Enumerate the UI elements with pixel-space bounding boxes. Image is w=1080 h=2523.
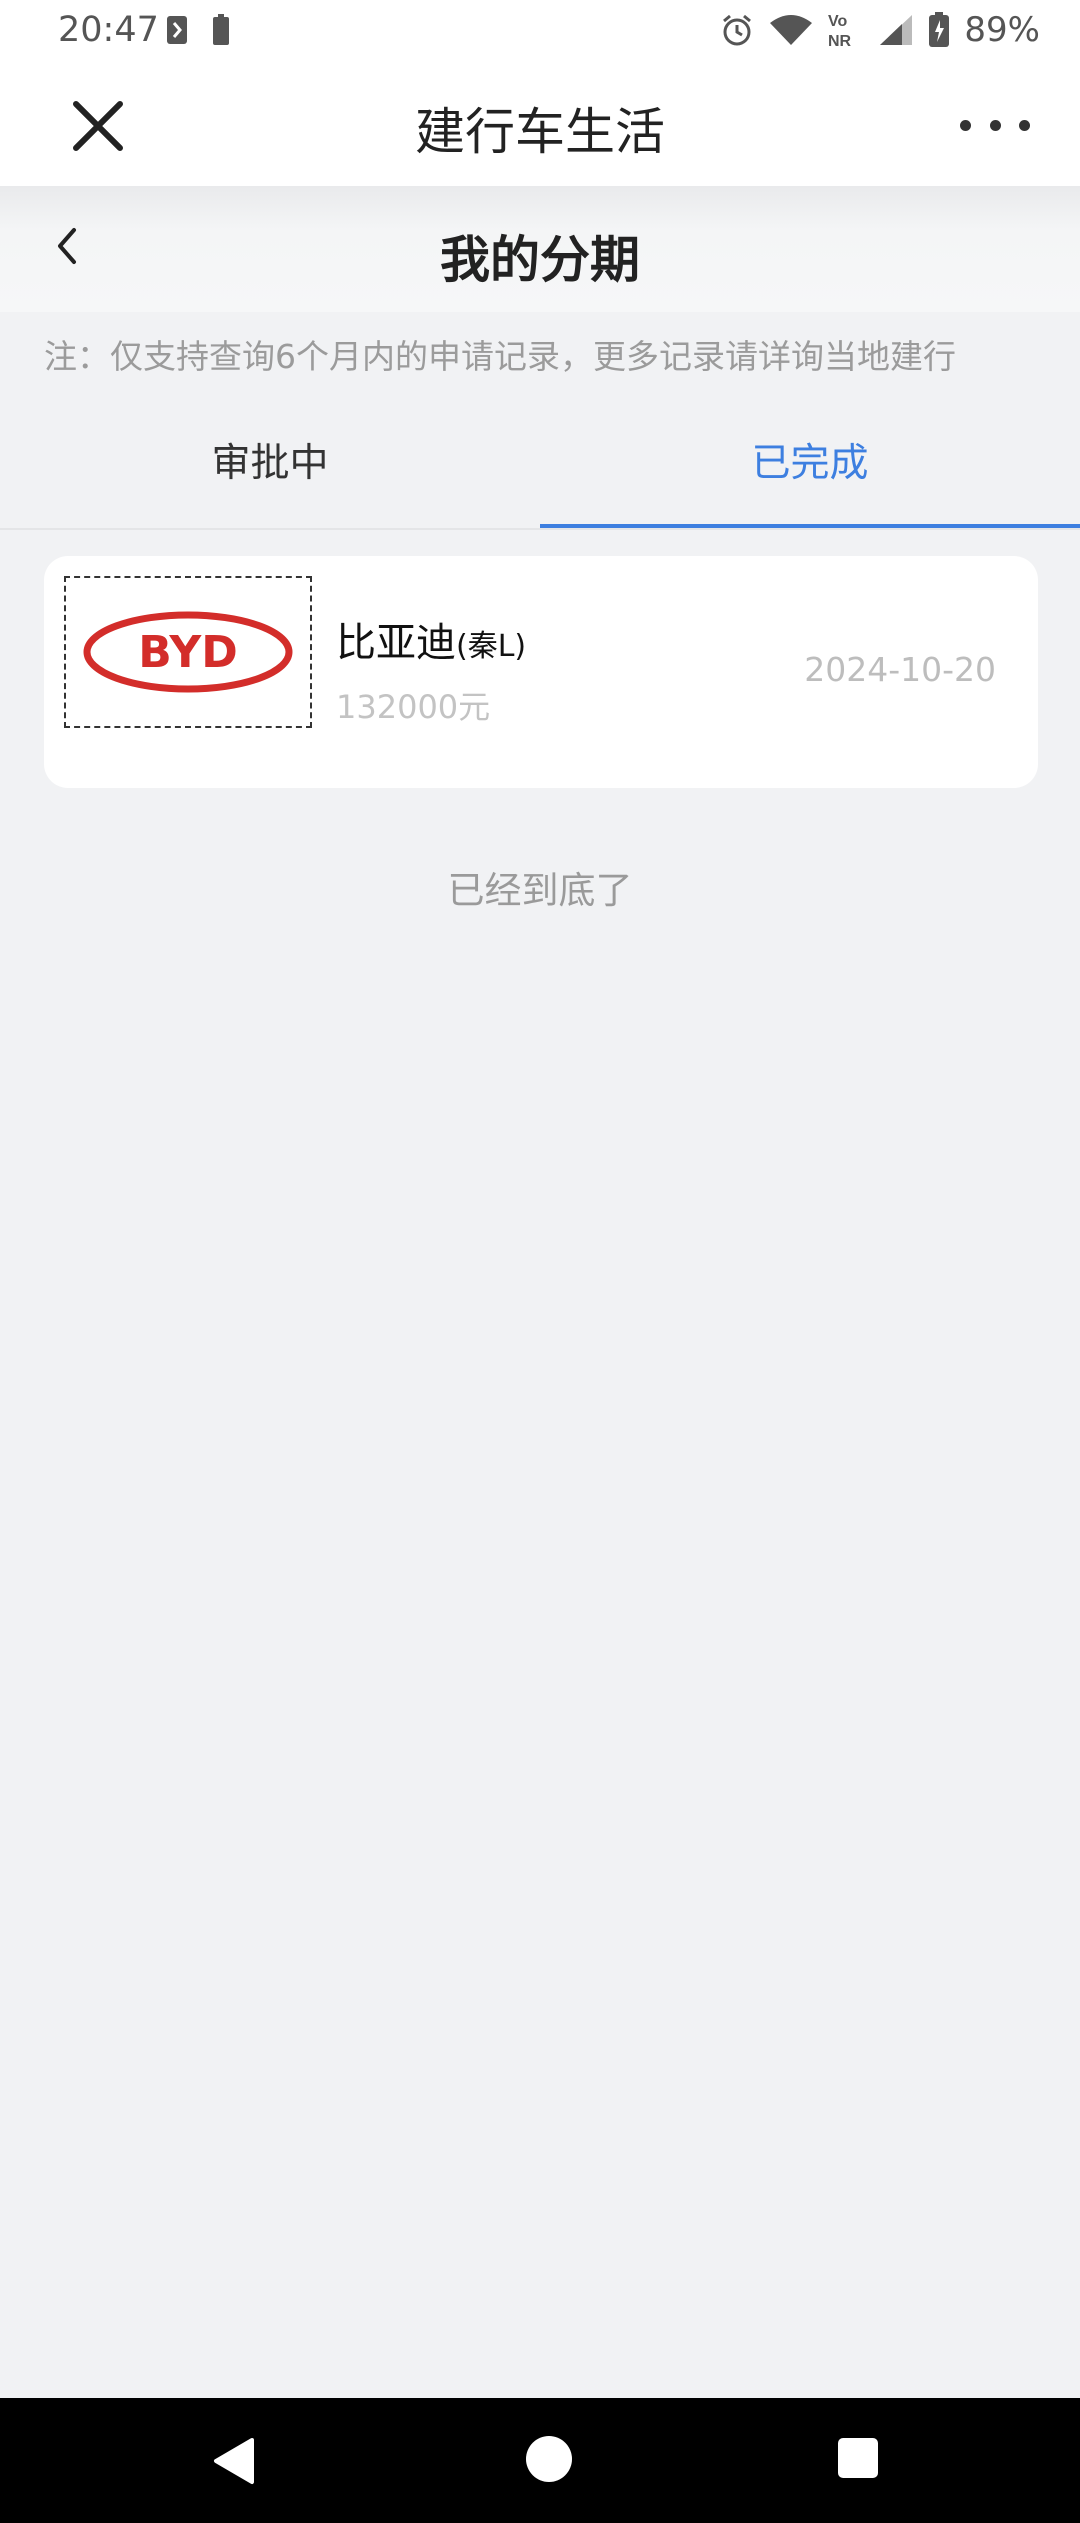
more-dot [989,119,1001,131]
tab-bar: 审批中 已完成 [0,420,1080,530]
notice-text: 注：仅支持查询6个月内的申请记录，更多记录请详询当地建行 [44,337,956,376]
status-bar: 20:47 Vo NR 89% [0,0,1080,64]
nav-home-icon[interactable] [526,2436,572,2482]
nav-recents-icon[interactable] [838,2438,878,2478]
tab-pending[interactable]: 审批中 [0,420,540,528]
page-title: 我的分期 [440,231,640,289]
volte-nr-icon: Vo NR [828,13,852,50]
svg-text:NR: NR [828,33,852,50]
car-model: (秦L) [456,629,527,664]
status-time: 20:47 [58,10,159,50]
car-brand-name: 比亚迪 [336,620,456,666]
more-dot [1019,119,1030,131]
alarm-icon [723,14,752,46]
wifi-icon [770,15,813,45]
end-of-list-text: 已经到底了 [447,869,633,912]
svg-text:Vo: Vo [828,13,847,30]
app-title: 建行车生活 [415,103,665,161]
byd-logo-text: BYD [138,627,238,678]
battery-icon [929,12,950,47]
record-date: 2024-10-20 [804,650,996,689]
status-right-icons: Vo NR 89% [720,10,1040,50]
signal-icon [880,15,913,45]
tab-completed[interactable]: 已完成 [540,420,1080,528]
battery-small-icon [213,14,229,45]
page-header: 我的分期 [0,186,1080,312]
byd-logo-icon: BYD [83,611,293,693]
notification-icon [167,16,187,44]
active-tab-indicator [540,524,1080,528]
installment-record-card[interactable]: BYD 比亚迪(秦L) 132000元 2024-10-20 [44,556,1038,788]
more-dot [960,119,971,131]
system-nav-bar [0,2398,1080,2523]
app-header: 建行车生活 [0,64,1080,186]
car-logo: BYD [64,576,312,728]
status-left-icons [166,14,230,46]
more-icon[interactable] [960,100,1030,150]
car-brand: 比亚迪(秦L) [336,610,526,668]
battery-percent: 89% [964,10,1040,50]
nav-back-icon[interactable] [210,2436,256,2486]
loan-amount: 132000元 [336,688,491,726]
